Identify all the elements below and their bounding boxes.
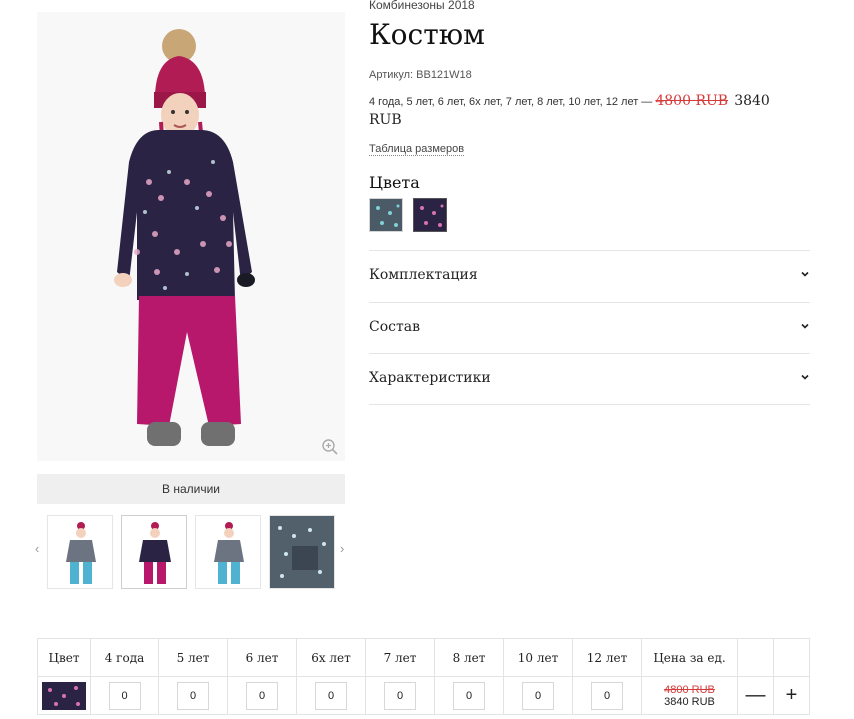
color-swatch-navy[interactable] bbox=[413, 198, 447, 232]
old-price: 4800 RUB bbox=[655, 93, 729, 109]
sku-value: BB121W18 bbox=[416, 69, 472, 81]
zoom-in-icon[interactable] bbox=[321, 438, 339, 456]
colors-heading: Цвета bbox=[369, 173, 420, 192]
product-sku: Артикул: BB121W18 bbox=[369, 69, 472, 81]
order-table-header: Цвет 4 года 5 лет 6 лет 6х лет 7 лет 8 л… bbox=[37, 638, 810, 677]
thumbnail-image bbox=[66, 522, 96, 584]
accordion-composition[interactable]: Состав bbox=[369, 302, 810, 354]
increase-button[interactable]: + bbox=[786, 684, 798, 706]
sku-label: Артикул: bbox=[369, 69, 414, 81]
row-color-cell bbox=[37, 676, 91, 715]
thumbnail-gallery: ‹ › bbox=[32, 513, 352, 591]
column-header: Цвет bbox=[37, 638, 91, 677]
qty-input-4y[interactable] bbox=[108, 681, 141, 710]
thumbnail-next-arrow[interactable]: › bbox=[340, 541, 344, 556]
size-table-link[interactable]: Таблица размеров bbox=[369, 143, 465, 156]
thumbnail-fabric-detail[interactable] bbox=[269, 515, 335, 589]
accordion-label: Состав bbox=[369, 319, 420, 335]
qty-input-8y[interactable] bbox=[453, 681, 485, 710]
qty-input-12y[interactable] bbox=[591, 681, 623, 710]
product-main-photo[interactable] bbox=[37, 12, 345, 461]
color-swatch-grey[interactable] bbox=[369, 198, 403, 232]
column-header: 6х лет bbox=[296, 638, 366, 677]
qty-input-5y[interactable] bbox=[177, 681, 209, 710]
column-header: 12 лет bbox=[572, 638, 642, 677]
column-header: 7 лет bbox=[365, 638, 435, 677]
qty-input-7y[interactable] bbox=[384, 681, 416, 710]
chevron-down-icon bbox=[801, 374, 809, 380]
qty-input-6y[interactable] bbox=[246, 681, 278, 710]
unit-new-price: 3840 RUB bbox=[664, 695, 715, 708]
thumbnail-image bbox=[270, 516, 334, 588]
decrease-button[interactable]: — bbox=[746, 684, 766, 706]
thumbnail-grey-suit-alt[interactable] bbox=[195, 515, 261, 589]
column-header: 4 года bbox=[90, 638, 159, 677]
column-header: 8 лет bbox=[434, 638, 504, 677]
minus-cell: — bbox=[737, 676, 774, 715]
swatch-pattern bbox=[370, 199, 402, 231]
column-header: 10 лет bbox=[503, 638, 573, 677]
available-sizes: 4 года, 5 лет, 6 лет, 6х лет, 7 лет, 8 л… bbox=[369, 96, 656, 108]
column-header: 6 лет bbox=[227, 638, 297, 677]
availability-status: В наличии bbox=[37, 474, 345, 504]
accordion-label: Характеристики bbox=[369, 370, 491, 386]
unit-old-price: 4800 RUB bbox=[664, 683, 715, 696]
column-header: 5 лет bbox=[158, 638, 228, 677]
accordion-kit[interactable]: Комплектация bbox=[369, 250, 810, 302]
plus-cell: + bbox=[773, 676, 810, 715]
unit-price-cell: 4800 RUB 3840 RUB bbox=[641, 676, 738, 715]
sizes-and-price: 4 года, 5 лет, 6 лет, 6х лет, 7 лет, 8 л… bbox=[369, 92, 799, 130]
table-row: 4800 RUB 3840 RUB — + bbox=[37, 676, 810, 715]
accordion-characteristics[interactable]: Характеристики bbox=[369, 353, 810, 405]
thumbnail-image bbox=[214, 522, 244, 584]
thumbnail-grey-suit-front[interactable] bbox=[47, 515, 113, 589]
child-in-snowsuit-illustration bbox=[37, 12, 345, 461]
qty-input-10y[interactable] bbox=[522, 681, 554, 710]
order-table: Цвет 4 года 5 лет 6 лет 6х лет 7 лет 8 л… bbox=[37, 638, 810, 715]
qty-input-6xy[interactable] bbox=[315, 681, 347, 710]
product-category[interactable]: Комбинезоны 2018 bbox=[369, 0, 475, 12]
accordion-label: Комплектация bbox=[369, 267, 478, 283]
swatch-pattern bbox=[414, 199, 446, 231]
chevron-down-icon bbox=[801, 271, 809, 277]
column-header-empty bbox=[773, 638, 810, 677]
thumbnail-image bbox=[139, 522, 171, 584]
product-title: Костюм bbox=[369, 18, 485, 51]
column-header: Цена за ед. bbox=[641, 638, 738, 677]
thumbnail-navy-suit-front[interactable] bbox=[121, 515, 187, 589]
thumbnail-prev-arrow[interactable]: ‹ bbox=[35, 541, 39, 556]
row-color-swatch bbox=[42, 681, 86, 710]
chevron-down-icon bbox=[801, 323, 809, 329]
column-header-empty bbox=[737, 638, 774, 677]
